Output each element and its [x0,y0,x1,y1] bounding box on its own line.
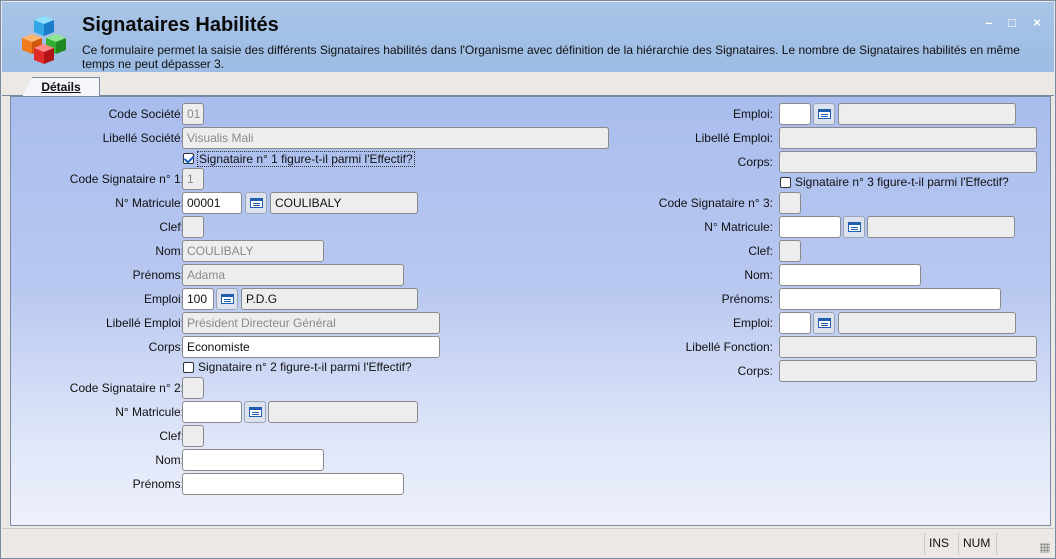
sig2-effectif-checkbox[interactable] [183,362,194,373]
code-sig2-label: Code Signataire n° 2: [69,381,184,395]
emploi1-label: Emploi: [143,292,184,306]
nom2-field[interactable] [182,449,324,471]
libelle-fonction3-field[interactable] [779,336,1037,358]
matricule2-lookup-button[interactable] [244,401,266,423]
list-lookup-icon [249,198,263,208]
prenoms3-label: Prénoms: [721,292,773,306]
nom1-field[interactable]: COULIBALY [182,240,324,262]
clef3-field[interactable] [779,240,801,262]
libelle-emploi1-field[interactable]: Président Directeur Général [182,312,440,334]
list-lookup-icon [847,222,861,232]
corps3-label: Corps: [737,364,773,378]
libelle-emploi2-field[interactable] [779,127,1037,149]
emploi1-desc-field: P.D.G [241,288,418,310]
tab-details[interactable]: Détails [22,77,100,97]
matricule3-field[interactable] [779,216,841,238]
clef2-field[interactable] [182,425,204,447]
close-button[interactable]: × [1028,14,1046,32]
cubes-icon [22,16,66,64]
corps1-field[interactable]: Economiste [182,336,440,358]
tab-details-label: Détails [41,80,81,94]
nom2-label: Nom: [155,453,184,467]
status-ins: INS [924,533,953,555]
nom3-label: Nom: [744,268,773,282]
matricule1-label: N° Matricule: [115,196,184,210]
prenoms1-field[interactable]: Adama [182,264,404,286]
minimize-button[interactable]: – [980,14,998,32]
clef3-label: Clef: [748,244,773,258]
libelle-emploi1-label: Libellé Emploi: [105,316,184,330]
nom1-label: Nom: [155,244,184,258]
corps2-label: Corps: [737,155,773,169]
prenoms1-label: Prénoms: [132,268,184,282]
emploi3-label: Emploi: [732,316,773,330]
emploi1-lookup-button[interactable] [216,288,238,310]
sig2-effectif-label: Signataire n° 2 figure-t-il parmi l'Effe… [198,360,412,374]
libelle-fonction3-label: Libellé Fonction: [685,340,773,354]
code-sig3-label: Code Signataire n° 3: [658,196,773,210]
clef1-label: Clef: [159,220,184,234]
prenoms2-field[interactable] [182,473,404,495]
details-panel: Code Société: 01 Libellé Société: Visual… [10,96,1051,526]
code-sig1-field[interactable]: 1 [182,168,204,190]
emploi2-field[interactable] [779,103,811,125]
corps3-field[interactable] [779,360,1037,382]
list-lookup-icon [220,294,234,304]
window-header: Signataires Habilités Ce formulaire perm… [2,2,1054,72]
status-empty [996,533,1026,555]
prenoms2-label: Prénoms: [132,477,184,491]
tab-strip: Détails [2,72,1054,97]
prenoms3-field[interactable] [779,288,1001,310]
matricule1-name-field: COULIBALY [270,192,418,214]
matricule2-label: N° Matricule: [115,405,184,419]
clef2-label: Clef: [159,429,184,443]
matricule1-field[interactable]: 00001 [182,192,242,214]
emploi2-desc-field [838,103,1016,125]
emploi3-field[interactable] [779,312,811,334]
emploi2-lookup-button[interactable] [813,103,835,125]
code-sig2-field[interactable] [182,377,204,399]
code-sig1-label: Code Signataire n° 1: [69,172,184,186]
emploi2-label: Emploi: [732,107,773,121]
window-description: Ce formulaire permet la saisie des diffé… [82,43,1020,71]
list-lookup-icon [817,109,831,119]
clef1-field[interactable] [182,216,204,238]
resize-grip-icon[interactable] [1040,543,1050,553]
libelle-societe-label: Libellé Société: [102,131,184,145]
emploi3-desc-field [838,312,1016,334]
matricule2-field[interactable] [182,401,242,423]
list-lookup-icon [817,318,831,328]
status-num: NUM [958,533,994,555]
matricule3-name-field [867,216,1015,238]
matricule1-lookup-button[interactable] [245,192,267,214]
code-societe-field[interactable]: 01 [182,103,204,125]
corps2-field[interactable] [779,151,1037,173]
libelle-emploi2-label: Libellé Emploi: [694,131,773,145]
maximize-button[interactable]: □ [1003,14,1021,32]
emploi3-lookup-button[interactable] [813,312,835,334]
code-sig3-field[interactable] [779,192,801,214]
signataires-window: Signataires Habilités Ce formulaire perm… [0,0,1056,559]
libelle-societe-field[interactable]: Visualis Mali [182,127,609,149]
matricule3-lookup-button[interactable] [843,216,865,238]
matricule3-label: N° Matricule: [704,220,773,234]
sig3-effectif-checkbox[interactable] [780,177,791,188]
sig1-effectif-label: Signataire n° 1 figure-t-il parmi l'Effe… [197,151,415,167]
code-societe-label: Code Société: [108,107,184,121]
nom3-field[interactable] [779,264,921,286]
window-title: Signataires Habilités [82,14,279,36]
status-bar: INS NUM [2,528,1054,556]
matricule2-name-field [268,401,418,423]
emploi1-field[interactable]: 100 [182,288,214,310]
sig1-effectif-checkbox[interactable] [183,153,194,164]
sig3-effectif-label: Signataire n° 3 figure-t-il parmi l'Effe… [795,175,1009,189]
corps1-label: Corps: [148,340,184,354]
list-lookup-icon [248,407,262,417]
